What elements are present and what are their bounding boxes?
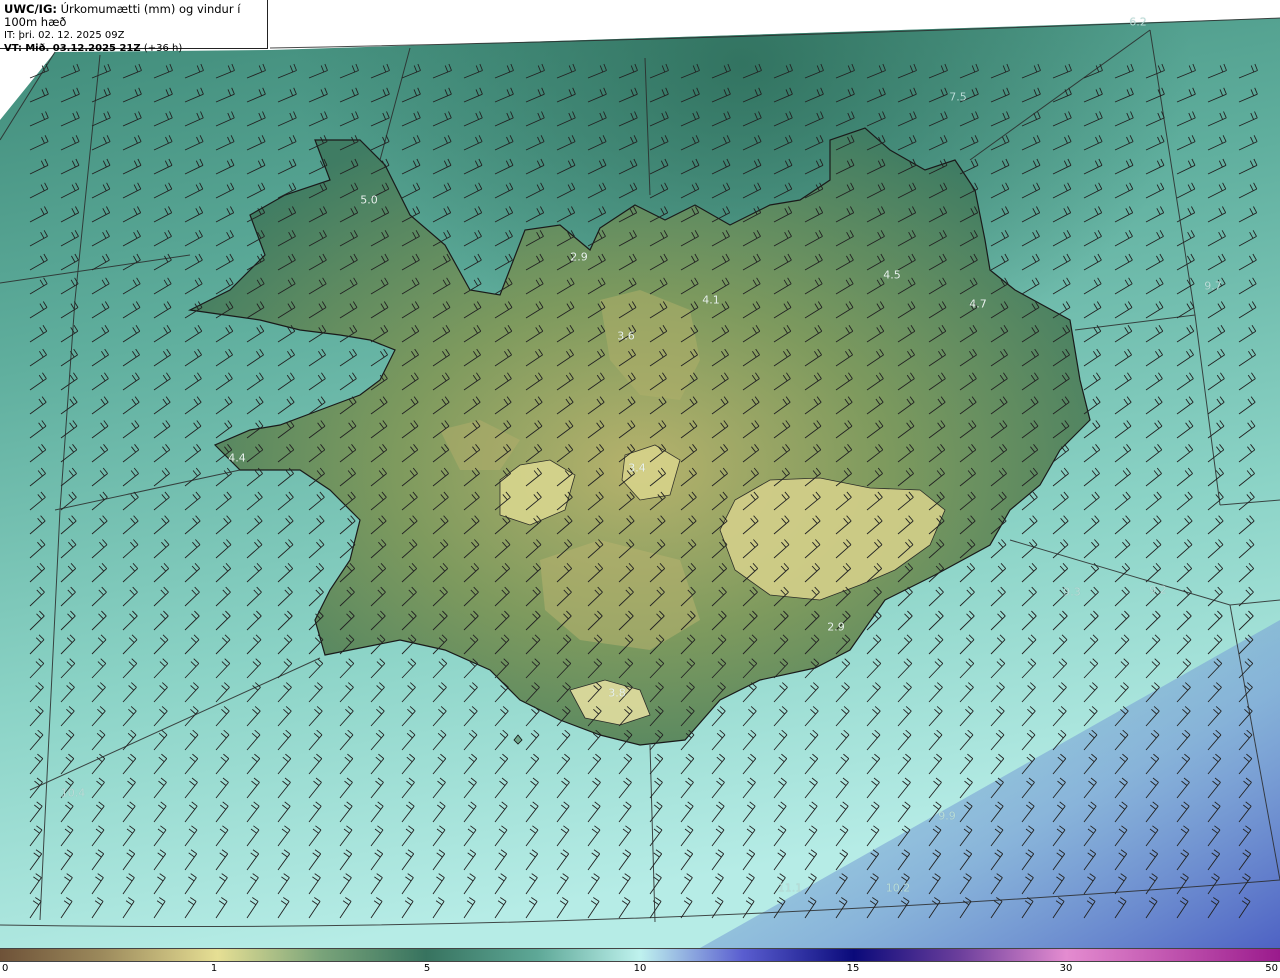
legend-tick: 30 [1059, 963, 1073, 974]
map-value-label: 2.9 [570, 250, 588, 264]
map-value-label: 3.8 [608, 686, 626, 700]
valid-time-line: VT: Mið. 03.12.2025 21Z (+36 h) [4, 42, 263, 55]
legend-tick: 50 [1265, 963, 1278, 974]
legend-color-bar [0, 948, 1280, 962]
map-value-label: 4.5 [883, 268, 901, 282]
legend-tick: 5 [423, 963, 431, 974]
map-value-label: 3.4 [628, 461, 646, 475]
model-prefix: UWC/IG: [4, 2, 57, 16]
map-value-label: 4.7 [969, 297, 987, 311]
map-value-label: 4.4 [228, 451, 246, 465]
analysis-time: IT: þri. 02. 12. 2025 09Z [4, 30, 125, 41]
valid-prefix: VT: [4, 43, 23, 54]
map-value-label: 7.5 [949, 90, 967, 104]
map-value-label: 6.2 [1129, 15, 1147, 29]
legend-tick: 15 [846, 963, 860, 974]
map-value-label: 5.0 [360, 193, 378, 207]
valid-offset: (+36 h) [143, 43, 183, 54]
map-value-label: 3.6 [617, 329, 635, 343]
map-area[interactable]: UWC/IG: Úrkomumætti (mm) og vindur í 100… [0, 0, 1280, 948]
title-line: UWC/IG: Úrkomumætti (mm) og vindur í 100… [4, 3, 263, 29]
legend-tick: 0 [2, 963, 9, 974]
map-value-label: 11.1 [777, 881, 803, 895]
map-value-label: 10.4 [60, 786, 86, 800]
legend-tick: 10 [633, 963, 647, 974]
map-value-label: 4.1 [702, 293, 720, 307]
legend-tick: 1 [210, 963, 218, 974]
map-value-label: 10.2 [885, 881, 911, 895]
valid-time: Mið. 03.12.2025 21Z [25, 43, 141, 54]
map-value-label: 9.2 [1149, 583, 1167, 597]
map-value-label: 9.9 [938, 809, 956, 823]
map-value-label: 2.9 [827, 620, 845, 634]
info-box: UWC/IG: Úrkomumætti (mm) og vindur í 100… [0, 0, 268, 54]
map-value-label: 9.7 [1204, 279, 1222, 293]
map-value-label: 9.3 [1063, 585, 1081, 599]
color-legend: 0 1 5 10 15 30 50 [0, 948, 1280, 978]
